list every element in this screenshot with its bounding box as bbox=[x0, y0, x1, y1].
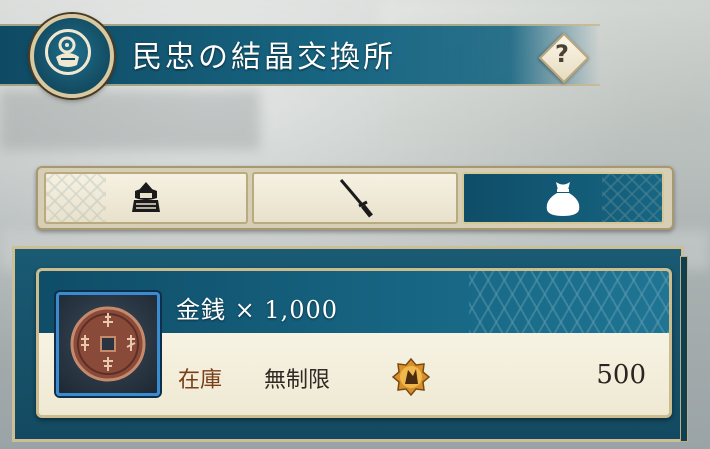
scrollbar[interactable] bbox=[680, 256, 688, 442]
question-mark-icon: ? bbox=[555, 40, 569, 68]
stock-value: 無制限 bbox=[264, 368, 331, 393]
money-bag-icon bbox=[546, 182, 580, 216]
samurai-armor-icon bbox=[132, 182, 160, 212]
tab-lattice-pattern bbox=[602, 174, 662, 222]
item-icon-frame bbox=[56, 292, 160, 396]
tab-items[interactable] bbox=[462, 172, 664, 224]
crystal-exchange-icon bbox=[30, 14, 114, 98]
price-value: 500 bbox=[596, 360, 646, 390]
tab-armor[interactable] bbox=[44, 172, 248, 224]
tab-lattice-pattern bbox=[46, 174, 106, 222]
coin-stack-glyph bbox=[56, 36, 79, 67]
tab-weapon[interactable] bbox=[252, 172, 458, 224]
item-header-pattern bbox=[469, 271, 669, 333]
katana-icon bbox=[339, 179, 373, 218]
category-tabs bbox=[36, 166, 674, 230]
page-title: 民忠の結晶交換所 bbox=[132, 40, 396, 75]
stock-label: 在庫 bbox=[178, 368, 223, 393]
crystal-badge-glyph bbox=[391, 357, 431, 397]
help-button[interactable]: ? bbox=[538, 32, 590, 84]
loyalty-crystal-icon bbox=[391, 357, 431, 397]
ancient-coin-icon bbox=[70, 306, 146, 382]
background-roof bbox=[0, 90, 260, 150]
item-name: 金銭 × 1,000 bbox=[176, 296, 339, 324]
